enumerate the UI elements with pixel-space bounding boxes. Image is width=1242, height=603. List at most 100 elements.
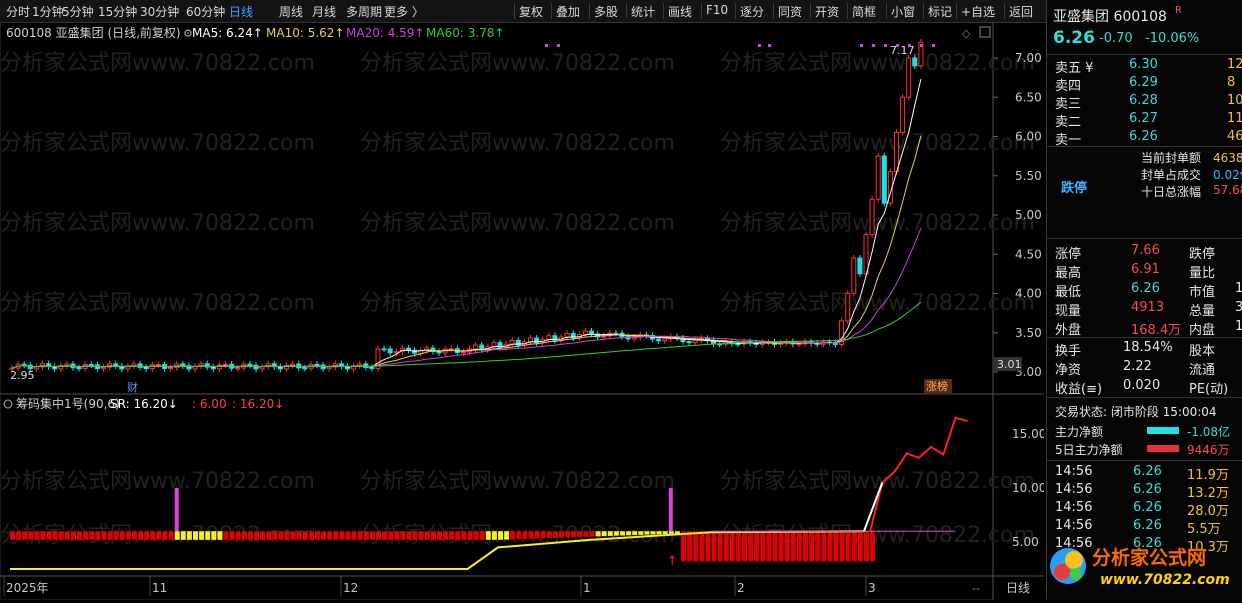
toolbar-button-4[interactable]: 画线: [668, 3, 692, 20]
toolbar-tab-3[interactable]: 15分钟: [98, 3, 137, 20]
histogram-bar: [540, 531, 546, 539]
stat-row-3: 现量 4913 总量 36: [1047, 299, 1242, 319]
histogram-bar: [52, 531, 58, 540]
toolbar-tab-1[interactable]: 1分钟: [32, 3, 64, 20]
stat-label-1: 最高: [1055, 266, 1082, 281]
toolbar-button-8[interactable]: 开资: [815, 3, 839, 20]
toolbar-button-12[interactable]: +自选: [961, 3, 995, 20]
histogram-bar: [534, 531, 540, 539]
ask-volume: 463: [1227, 129, 1242, 144]
indicator-tick: 10.00: [1012, 481, 1044, 495]
low-label: 2.95: [10, 369, 35, 382]
histogram-bar: [101, 531, 107, 540]
toolbar-separator: [773, 3, 774, 19]
ask-price: 6.29: [1129, 75, 1158, 90]
toolbar-button-11[interactable]: 标记: [928, 3, 952, 20]
toolbar-button-0[interactable]: 复权: [519, 3, 543, 20]
histogram-bar: [864, 531, 869, 562]
watermark-text: 分析家公式网www.70822.com: [0, 469, 315, 494]
candle-body: [314, 363, 320, 366]
last-price: 6.26: [1053, 28, 1095, 48]
histogram-bar: [119, 531, 125, 540]
window-box-icon[interactable]: [979, 26, 991, 38]
histogram-bar: [388, 531, 394, 540]
main-net5-bar: [1147, 445, 1179, 452]
indicator-toggle-icon[interactable]: [3, 399, 13, 409]
histogram-bar: [168, 531, 174, 540]
seal-value: 0.02倍: [1213, 168, 1242, 182]
price-tick: 4.50: [1015, 247, 1042, 261]
histogram-bar: [571, 531, 577, 538]
date-tick: 2025年: [6, 581, 49, 595]
r-badge: R: [1175, 5, 1182, 16]
period-label[interactable]: 日线: [1006, 581, 1030, 595]
watermark-text: 分析家公式网www.70822.com: [720, 469, 1035, 494]
indicator-tick: 5.00: [1012, 535, 1039, 549]
candle-body: [460, 351, 466, 354]
toolbar-button-7[interactable]: 同资: [778, 3, 802, 20]
finance-tag[interactable]: 财: [127, 380, 138, 394]
toolbar-button-9[interactable]: 简框: [852, 3, 876, 20]
toolbar-tab-5[interactable]: 60分钟: [186, 3, 225, 20]
histogram-bar: [735, 531, 741, 562]
toolbar-button-2[interactable]: 多股: [594, 3, 618, 20]
candle-body: [180, 363, 186, 367]
stat-label-2: 量比: [1189, 266, 1216, 281]
histogram-bar: [333, 531, 339, 540]
zhangbang-tag[interactable]: 涨榜: [926, 379, 948, 393]
toolbar-button-13[interactable]: 返回: [1009, 3, 1033, 20]
histogram-bar: [412, 531, 418, 540]
scroll-arrows[interactable]: --: [972, 582, 980, 595]
toolbar-tab-8[interactable]: 月线: [312, 3, 336, 20]
histogram-bar: [150, 531, 156, 540]
histogram-bar: [180, 531, 186, 540]
histogram-bar: [522, 531, 528, 539]
tick-row-2: 14:56 6.26 28.0万: [1047, 499, 1242, 519]
histogram-bar: [77, 531, 83, 540]
signal-dot: [920, 44, 923, 47]
stat-label-2: 总量: [1189, 304, 1216, 319]
toolbar-button-3[interactable]: 统计: [631, 3, 655, 20]
toolbar-tab-9[interactable]: 多周期: [346, 3, 382, 20]
toolbar-button-1[interactable]: 叠加: [556, 3, 580, 20]
watermark-text: 分析家公式网www.70822.com: [0, 51, 315, 76]
histogram-bar: [461, 531, 467, 540]
candle-body: [900, 96, 906, 133]
watermark-text: 分析家公式网www.70822.com: [360, 211, 675, 236]
main-net-value: -1.08亿: [1187, 425, 1231, 439]
price-change: -0.70: [1099, 31, 1133, 46]
toolbar-tab-6[interactable]: 日线: [229, 3, 253, 20]
histogram-bar: [809, 531, 815, 562]
candle-body: [235, 367, 241, 370]
histogram-bar: [803, 531, 808, 562]
histogram-bar: [290, 531, 296, 540]
up-arrow-icon: ↑: [667, 554, 678, 569]
quote-price-row: 6.26 -0.70 -10.06%: [1047, 28, 1242, 48]
toolbar-tab-7[interactable]: 周线: [279, 3, 303, 20]
date-tick: 1: [583, 581, 591, 595]
histogram-bar: [717, 531, 723, 562]
histogram-bar: [89, 531, 95, 540]
toolbar-button-10[interactable]: 小窗: [891, 3, 915, 20]
toolbar-tab-2[interactable]: 5分钟: [62, 3, 94, 20]
histogram-bar: [58, 531, 64, 540]
kline-chart-svg[interactable]: 分析家公式网www.70822.com 分析家公式网www.70822.com 分析…: [0, 21, 1046, 601]
toolbar-tab-0[interactable]: 分时: [6, 3, 30, 20]
histogram-bar: [668, 531, 674, 534]
kline-chart-area[interactable]: 分析家公式网www.70822.com 分析家公式网www.70822.com 分析…: [0, 21, 1046, 601]
toolbar-tab-4[interactable]: 30分钟: [140, 3, 179, 20]
toolbar-tab-10[interactable]: 更多 〉: [384, 3, 424, 20]
main-net5-label: 5日主力净额: [1055, 443, 1123, 457]
price-tick: 6.50: [1015, 90, 1042, 104]
toolbar-button-6[interactable]: 逐分: [740, 3, 764, 20]
stat2-label-2: 股本: [1189, 344, 1216, 359]
candle-body: [168, 367, 174, 370]
candle-body: [656, 338, 662, 342]
toolbar-separator: [886, 3, 887, 19]
histogram-bar: [632, 531, 638, 536]
toolbar-button-5[interactable]: F10: [706, 3, 728, 17]
candle-body: [33, 366, 39, 370]
candle-body: [101, 366, 106, 370]
watermark-text: 分析家公式网www.70822.com: [360, 131, 675, 156]
diamond-icon[interactable]: ◇: [962, 27, 971, 40]
